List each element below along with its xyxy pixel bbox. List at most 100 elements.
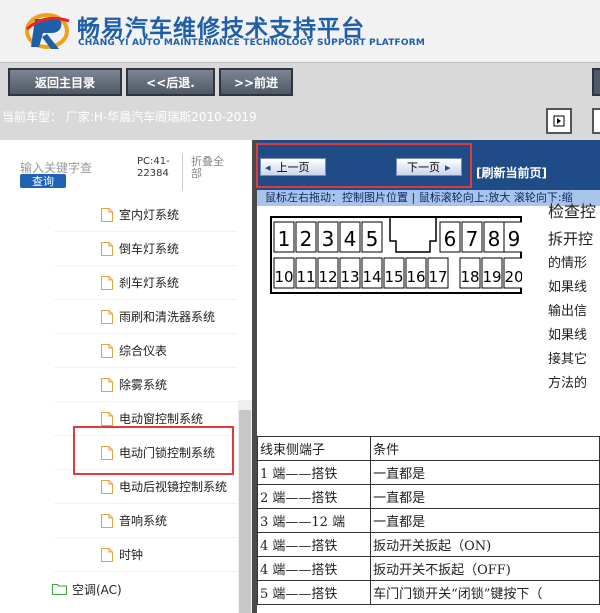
app-window: 畅易汽车维修技术支持平台 CHANG YI AUTO MAINTENANCE T… bbox=[0, 0, 600, 613]
doc-line: 拆开控 bbox=[548, 230, 594, 248]
connector-pin-label: 18 bbox=[460, 268, 479, 286]
fit-icon bbox=[553, 115, 565, 127]
connector-pin-label: 17 bbox=[428, 268, 447, 286]
collapse-all-button[interactable]: 折叠全部 bbox=[191, 156, 224, 180]
document-icon bbox=[101, 513, 113, 528]
tree-item-label: 除雾系统 bbox=[119, 378, 168, 392]
tree-item[interactable]: 音响系统 bbox=[55, 504, 237, 538]
connector-pin-label: 16 bbox=[406, 268, 425, 286]
scrollbar-thumb[interactable] bbox=[239, 410, 251, 613]
connector-pin-label: 14 bbox=[362, 268, 381, 286]
connector-pin-label: 13 bbox=[340, 268, 359, 286]
tree-item[interactable]: 室内灯系统 bbox=[55, 198, 237, 232]
table-cell: 5 端——搭铁 bbox=[257, 580, 372, 605]
arrow-right-icon: ▸ bbox=[445, 160, 451, 174]
viewer-toolbar: ◂ 上一页 下一页 ▸ [刷新当前页] bbox=[257, 140, 600, 190]
sidebar: 输入关键字查 查询 PC:41- 22384 折叠全部 室内灯系统 倒车灯系统 刹车灯… bbox=[0, 140, 252, 613]
table-row: 4 端——搭铁 扳动开关扳起（ON) bbox=[257, 532, 600, 557]
document-icon bbox=[101, 309, 113, 324]
connector-pin-label: 1 bbox=[278, 227, 291, 251]
nav-button-cut[interactable] bbox=[592, 68, 600, 96]
table-cell: 1 端——搭铁 bbox=[257, 460, 372, 485]
table-cell: 一直都是 bbox=[370, 484, 600, 509]
tree-item[interactable]: 除雾系统 bbox=[55, 368, 237, 402]
document-icon bbox=[101, 275, 113, 290]
tree-item-label: 倒车灯系统 bbox=[119, 242, 180, 256]
tree-item[interactable]: 电动后视镜控制系统 bbox=[55, 470, 237, 504]
tree-item[interactable]: 综合仪表 bbox=[55, 334, 237, 368]
forward-button[interactable]: >>前进 bbox=[219, 68, 293, 96]
cy-logo-icon bbox=[25, 13, 70, 49]
search-button[interactable]: 查询 bbox=[20, 174, 66, 188]
table-cell: 一直都是 bbox=[370, 460, 600, 485]
back-button[interactable]: <<后退. bbox=[126, 68, 215, 96]
doc-line: 接其它 bbox=[548, 352, 588, 367]
connector-pin-label: 3 bbox=[322, 227, 335, 251]
divider bbox=[182, 154, 183, 190]
next-page-button[interactable]: 下一页 ▸ bbox=[396, 158, 462, 176]
brand-subtitle: CHANG YI AUTO MAINTENANCE TECHNOLOGY SUP… bbox=[78, 38, 426, 48]
tree-item[interactable]: 雨刷和清洗器系统 bbox=[55, 300, 237, 334]
tree-item-label: 电动门锁控制系统 bbox=[119, 446, 216, 460]
next-page-label: 下一页 bbox=[407, 161, 440, 174]
table-cell: 车门门锁开关“闭锁”键按下（ bbox=[370, 580, 600, 605]
table-cell: 一直都是 bbox=[370, 508, 600, 533]
connector-pin-label: 19 bbox=[482, 268, 501, 286]
connector-pin-label: 5 bbox=[366, 227, 379, 251]
table-row: 4 端——搭铁 扳动开关不扳起（OFF) bbox=[257, 556, 600, 581]
arrow-left-icon: ◂ bbox=[265, 160, 271, 174]
connector-pin-label: 15 bbox=[384, 268, 403, 286]
folder-label: 空调(AC) bbox=[72, 582, 122, 597]
current-model-label: 当前车型： 厂家:H-华晨汽车阁瑞斯2010-2019 bbox=[2, 110, 257, 124]
table-row: 3 端——12 端一直都是 bbox=[257, 508, 600, 533]
tree-item-label: 音响系统 bbox=[119, 514, 168, 528]
tree-item-label: 时钟 bbox=[119, 548, 144, 562]
fit-view-button[interactable] bbox=[546, 108, 572, 134]
header: 畅易汽车维修技术支持平台 CHANG YI AUTO MAINTENANCE T… bbox=[0, 0, 600, 62]
table-cell: 2 端——搭铁 bbox=[257, 484, 372, 509]
table-cell: 4 端——搭铁 bbox=[257, 532, 372, 557]
refresh-page-link[interactable]: [刷新当前页] bbox=[476, 164, 547, 181]
tree-item[interactable]: 倒车灯系统 bbox=[55, 232, 237, 266]
tree-item-label: 电动后视镜控制系统 bbox=[119, 480, 228, 494]
tree-item-label: 电动窗控制系统 bbox=[119, 412, 204, 426]
tree-item[interactable]: 电动窗控制系统 bbox=[55, 402, 237, 436]
tree-item[interactable]: 电动门锁控制系统 bbox=[55, 436, 237, 470]
tree-item[interactable]: 时钟 bbox=[55, 538, 237, 572]
home-button[interactable]: 返回主目录 bbox=[8, 68, 122, 96]
prev-page-button[interactable]: ◂ 上一页 bbox=[260, 158, 326, 176]
connector-pin-label: 4 bbox=[344, 227, 357, 251]
connector-pin-label: 12 bbox=[318, 268, 337, 286]
connector-pin-label: 20 bbox=[504, 268, 522, 286]
connector-pin-label: 11 bbox=[296, 268, 315, 286]
doc-line: 方法的 bbox=[548, 376, 588, 391]
tool-button-cut[interactable] bbox=[592, 108, 600, 134]
connector-pin-label: 10 bbox=[274, 268, 293, 286]
document-page[interactable]: 1 2 3 4 5 6 7 8 9 10 11 12 13 14 15 16 17 18 19 20 检查控 拆开控 的情… bbox=[257, 202, 600, 613]
tree-item-label: 综合仪表 bbox=[119, 344, 168, 358]
table-row: 2 端——搭铁 一直都是 bbox=[257, 484, 600, 509]
table-row: 1 端——搭铁 一直都是 bbox=[257, 460, 600, 485]
doc-line: 检查控 bbox=[548, 202, 597, 221]
pc-code: PC:41- 22384 bbox=[137, 156, 170, 179]
table-header-row: 线束侧端子 条件 bbox=[257, 436, 600, 461]
document-icon bbox=[101, 343, 113, 358]
connector-pin-label: 8 bbox=[488, 227, 501, 251]
document-icon bbox=[101, 445, 113, 460]
tree-item[interactable]: 刹车灯系统 bbox=[55, 266, 237, 300]
terminal-table: 线束侧端子 条件 1 端——搭铁 一直都是 2 端——搭铁 一直都是 3 端——12 端… bbox=[257, 436, 600, 605]
document-viewer: ◂ 上一页 下一页 ▸ [刷新当前页] 鼠标左右拖动：控制图片位置 | 鼠标滚轮… bbox=[257, 140, 600, 613]
connector-diagram: 1 2 3 4 5 6 7 8 910 11 12 13 14 15 16 17 18 19 20 bbox=[270, 216, 522, 294]
document-icon bbox=[101, 411, 113, 426]
doc-line: 输出信 bbox=[548, 304, 588, 319]
connector-pin-label: 2 bbox=[300, 227, 313, 251]
table-row: 5 端——搭铁 车门门锁开关“闭锁”键按下（ bbox=[257, 580, 600, 605]
tree-item-label: 室内灯系统 bbox=[119, 208, 180, 222]
table-cell: 4 端——搭铁 bbox=[257, 556, 372, 581]
table-cell: 扳动开关不扳起（OFF) bbox=[370, 556, 600, 581]
doc-line: 的情形 bbox=[548, 256, 588, 271]
doc-line: 如果线 bbox=[548, 328, 588, 343]
doc-line: 如果线 bbox=[548, 280, 588, 295]
tree-folder-ac[interactable]: 空调(AC) bbox=[52, 579, 122, 599]
connector-pin-label: 7 bbox=[466, 227, 479, 251]
